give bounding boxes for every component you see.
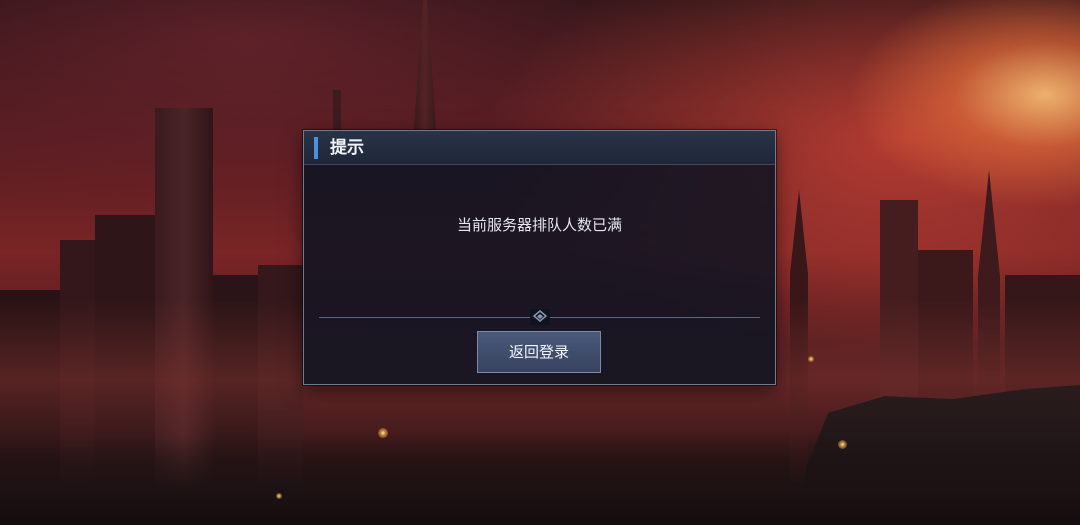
ember-glow bbox=[838, 440, 847, 449]
dialog-title: 提示 bbox=[330, 138, 364, 158]
dialog-message: 当前服务器排队人数已满 bbox=[456, 216, 622, 234]
ember-glow bbox=[276, 493, 282, 499]
foreground-ground bbox=[0, 435, 1080, 525]
dialog-header: 提示 bbox=[304, 131, 775, 165]
notice-dialog: 提示 当前服务器排队人数已满 返回登录 bbox=[303, 130, 776, 385]
diamond-ornament-icon bbox=[530, 309, 550, 325]
antenna-spire bbox=[333, 90, 341, 130]
ember-glow bbox=[808, 356, 814, 362]
header-accent-bar bbox=[314, 137, 318, 159]
ember-glow bbox=[378, 428, 388, 438]
return-to-login-button[interactable]: 返回登录 bbox=[477, 331, 601, 373]
